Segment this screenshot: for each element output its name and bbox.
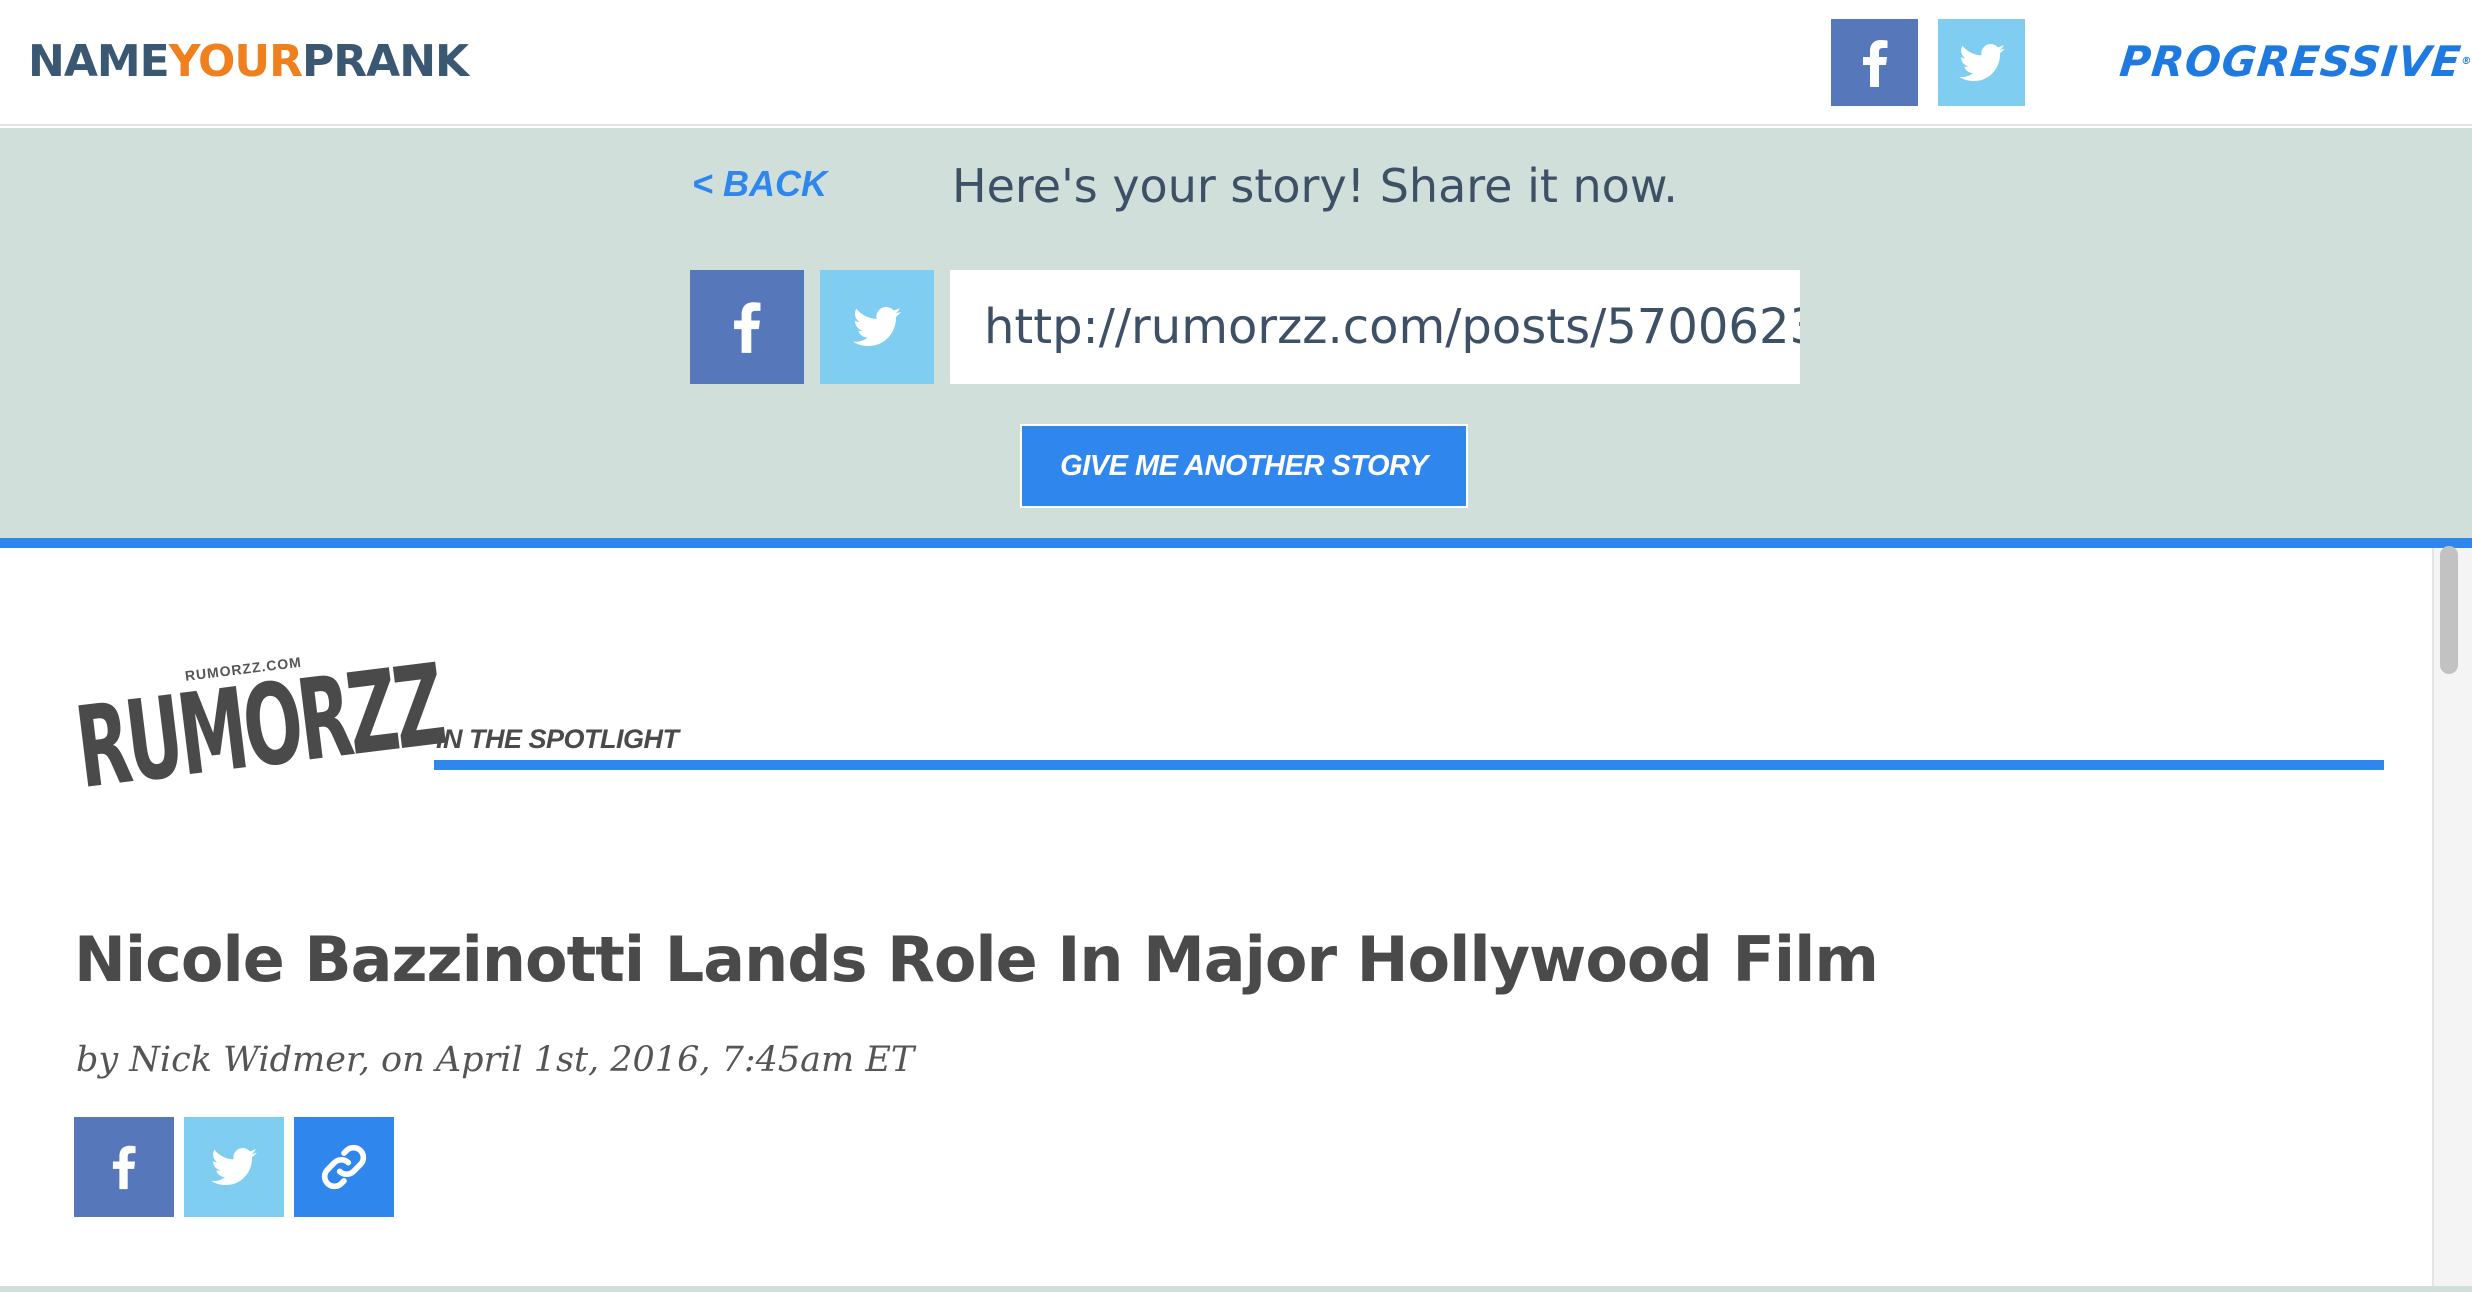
brand-name-end: PRANK	[302, 36, 469, 87]
scrollbar-thumb[interactable]	[2440, 546, 2458, 674]
another-story-button[interactable]: GIVE ME ANOTHER STORY	[1020, 424, 1468, 508]
facebook-icon	[1831, 19, 1918, 106]
bottom-edge	[0, 1286, 2472, 1292]
story-url-field[interactable]: http://rumorzz.com/posts/5700623	[950, 270, 1800, 384]
twitter-icon	[184, 1117, 284, 1217]
header-facebook-button[interactable]	[1831, 19, 1918, 106]
article-byline: by Nick Widmer, on April 1st, 2016, 7:45…	[76, 1040, 915, 1080]
top-header: NAMEYOURPRANK PROGRESSIVE®	[0, 0, 2472, 126]
back-link[interactable]: < BACK	[692, 162, 827, 206]
section-label: IN THE SPOTLIGHT	[436, 724, 679, 754]
article-facebook-button[interactable]	[74, 1117, 174, 1217]
brand-logo[interactable]: NAMEYOURPRANK	[28, 36, 469, 88]
section-label-rule	[434, 760, 2384, 770]
brand-name: NAME	[28, 36, 170, 87]
twitter-icon	[1938, 19, 2025, 106]
twitter-icon	[820, 270, 934, 384]
section-divider	[0, 538, 2472, 548]
header-twitter-button[interactable]	[1938, 19, 2025, 106]
registered-mark: ®	[2460, 56, 2472, 67]
brand-name-highlight: YOUR	[168, 36, 303, 87]
sponsor-logo[interactable]: PROGRESSIVE®	[2117, 36, 2472, 88]
facebook-icon	[74, 1117, 174, 1217]
link-icon	[294, 1117, 394, 1217]
share-headline: Here's your story! Share it now.	[952, 159, 1678, 213]
share-facebook-button[interactable]	[690, 270, 804, 384]
facebook-icon	[690, 270, 804, 384]
article-twitter-button[interactable]	[184, 1117, 284, 1217]
article-title: Nicole Bazzinotti Lands Role In Major Ho…	[74, 923, 1879, 996]
share-panel: < BACK Here's your story! Share it now. …	[0, 128, 2472, 538]
share-twitter-button[interactable]	[820, 270, 934, 384]
article-copy-link-button[interactable]	[294, 1117, 394, 1217]
sponsor-name: PROGRESSIVE	[2117, 37, 2464, 86]
